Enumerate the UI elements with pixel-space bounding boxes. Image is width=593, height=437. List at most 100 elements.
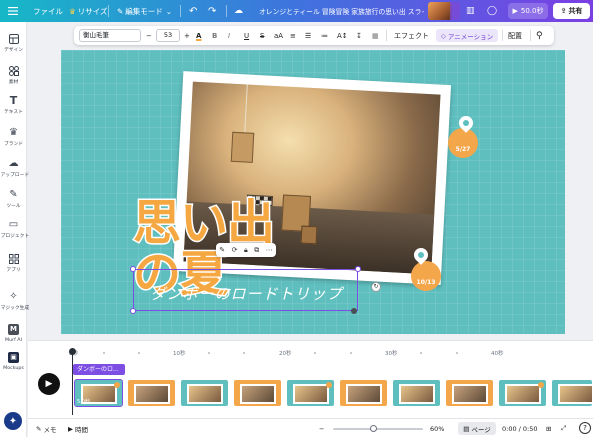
help-icon[interactable]: ? (579, 422, 591, 434)
sidebar-item-text[interactable]: T テキスト (0, 95, 27, 115)
resize-handle[interactable] (351, 308, 357, 314)
zoom-out-icon[interactable]: − (319, 419, 324, 437)
resize-handle[interactable] (130, 308, 136, 314)
page-clip[interactable] (392, 379, 441, 407)
sidebar-item-brand[interactable]: ♛ ブランド (0, 128, 27, 147)
more-icon[interactable]: ⋯ (266, 246, 273, 254)
design-canvas[interactable]: 5/27 10/13 思い出 の夏 ✎ ⟳ 🔒︎ ⧉ ⋯ ダンボーのロードトリッ… (61, 50, 565, 334)
font-family-select[interactable]: 衡山毛筆 (79, 29, 141, 42)
ruler-tick (138, 352, 140, 354)
present-button[interactable]: ▶ 50.0秒 (508, 3, 548, 19)
resize-handle[interactable] (130, 266, 136, 272)
redo-icon[interactable]: ↷ (208, 0, 216, 22)
timer-icon: ▶ (68, 424, 73, 433)
clip-thumbnail (346, 384, 382, 404)
strikethrough-icon[interactable]: S (260, 26, 264, 45)
zoom-level[interactable]: 60% (430, 419, 444, 437)
page-clip[interactable] (551, 379, 593, 407)
effects-button[interactable]: エフェクト (394, 26, 429, 45)
page-clip[interactable] (498, 379, 547, 407)
resize-button[interactable]: ♛ リサイズ (69, 0, 108, 22)
sidebar-item-upload[interactable]: ☁ アップロード (0, 159, 30, 178)
pages-button[interactable]: ▤ ページ (458, 422, 496, 435)
page-clip[interactable] (339, 379, 388, 407)
zoom-slider-knob[interactable] (370, 425, 377, 432)
draw-icon: ✎ (9, 189, 18, 200)
list-icon[interactable]: ☰ (305, 26, 311, 45)
sidebar-item-label: ツール (6, 203, 21, 209)
photo-detail (244, 84, 248, 135)
date-badge[interactable]: 5/27 (448, 128, 478, 158)
sidebar-item-apps[interactable]: アプリ (0, 254, 27, 273)
magic-icon: ✧ (9, 291, 18, 302)
clip-thumbnail (399, 384, 435, 404)
document-title[interactable]: オレンジとティール 冒険冒険 家族旅行の思い出 スライ... (259, 0, 424, 22)
italic-icon[interactable]: I (228, 26, 230, 45)
sidebar-item-label: 素材 (8, 79, 19, 85)
undo-icon[interactable]: ↶ (189, 0, 197, 22)
text-track-label[interactable]: ダンボーのロ... (73, 364, 125, 375)
fullscreen-icon[interactable]: ⤢ (561, 419, 566, 437)
sidebar-item-mockups[interactable]: ▣ Mockups (0, 352, 27, 371)
clip-accent (538, 382, 544, 388)
date-badge[interactable]: 10/13 (411, 261, 441, 291)
align-left-icon[interactable]: ≡ (290, 26, 296, 45)
file-menu[interactable]: ファイル (33, 0, 63, 22)
sidebar-item-label: テキスト (4, 109, 23, 115)
collaborator-avatar[interactable] (428, 2, 452, 20)
mockups-icon: ▣ (8, 352, 19, 363)
page-clip[interactable] (286, 379, 335, 407)
edit-mode-label: 編集モード (125, 6, 163, 16)
page-clip[interactable] (180, 379, 229, 407)
edit-mode-button[interactable]: ✎ 編集モード ⌄ (117, 0, 172, 22)
insights-icon[interactable]: ▥ (466, 0, 475, 22)
duplicate-icon[interactable]: ⧉ (254, 246, 259, 255)
paint-format-icon[interactable]: ⚲ (536, 26, 543, 45)
text-spacing-icon[interactable]: A↕ (337, 26, 348, 45)
sidebar-item-murf[interactable]: M Murf AI (0, 324, 27, 343)
zoom-slider[interactable] (333, 428, 423, 430)
sidebar-item-design[interactable]: デザイン (0, 34, 27, 53)
sidebar-item-elements[interactable]: 素材 (0, 66, 27, 85)
play-button[interactable]: ▶ (38, 373, 60, 395)
resize-handle[interactable] (355, 266, 361, 272)
position-button[interactable]: 配置 (508, 26, 522, 45)
animation-button[interactable]: ◇ アニメーション (436, 29, 498, 42)
share-button[interactable]: ⇪ 共有 (553, 3, 590, 19)
clip-thumbnail (134, 384, 170, 404)
text-color-icon[interactable]: A (196, 26, 201, 45)
cloud-sync-icon[interactable]: ☁ (234, 0, 243, 22)
page-clip[interactable] (233, 379, 282, 407)
sidebar-item-draw[interactable]: ✎ ツール (0, 190, 27, 209)
lock-icon[interactable]: 🔒︎ (244, 246, 248, 255)
increase-size-icon[interactable]: + (184, 26, 190, 45)
page-clip[interactable]: 5.0秒 (74, 379, 123, 407)
subtitle-text[interactable]: ダンボーのロードトリップ (140, 283, 353, 304)
decrease-size-icon[interactable]: − (146, 26, 152, 45)
rotate-handle[interactable]: ↻ (371, 282, 381, 292)
sidebar-item-projects[interactable]: ▭ プロジェクト (0, 220, 30, 239)
selected-text-box[interactable]: ダンボーのロードトリップ (133, 269, 358, 311)
notes-button[interactable]: ✎ メモ (36, 419, 56, 437)
rotate-icon[interactable]: ⟳ (232, 246, 238, 254)
font-size-input[interactable]: 53 (156, 29, 180, 42)
list-numbered-icon[interactable]: ≔ (321, 26, 328, 45)
clip-thumbnail (293, 384, 329, 404)
transparency-icon[interactable]: ▦ (372, 26, 379, 45)
bold-icon[interactable]: B (212, 26, 217, 45)
animation-label: アニメーション (447, 32, 494, 41)
letter-case-icon[interactable]: aA (274, 26, 283, 45)
hamburger-icon[interactable] (8, 0, 18, 22)
page-clip[interactable] (127, 379, 176, 407)
timer-button[interactable]: ▶ 時間 (68, 419, 88, 437)
sidebar-item-magic[interactable]: ✧ マジック生成 (0, 291, 30, 311)
playhead[interactable] (69, 348, 76, 415)
page-clip[interactable] (445, 379, 494, 407)
magic-assistant-icon[interactable]: ✦ (4, 412, 22, 430)
vertical-text-icon[interactable]: ↧ (356, 26, 362, 45)
clip-accent (326, 382, 332, 388)
underline-icon[interactable]: U (244, 26, 249, 45)
comment-icon[interactable]: ◯ (487, 0, 497, 22)
edit-icon[interactable]: ✎ (219, 246, 225, 254)
grid-view-icon[interactable]: ⊞ (546, 419, 551, 437)
